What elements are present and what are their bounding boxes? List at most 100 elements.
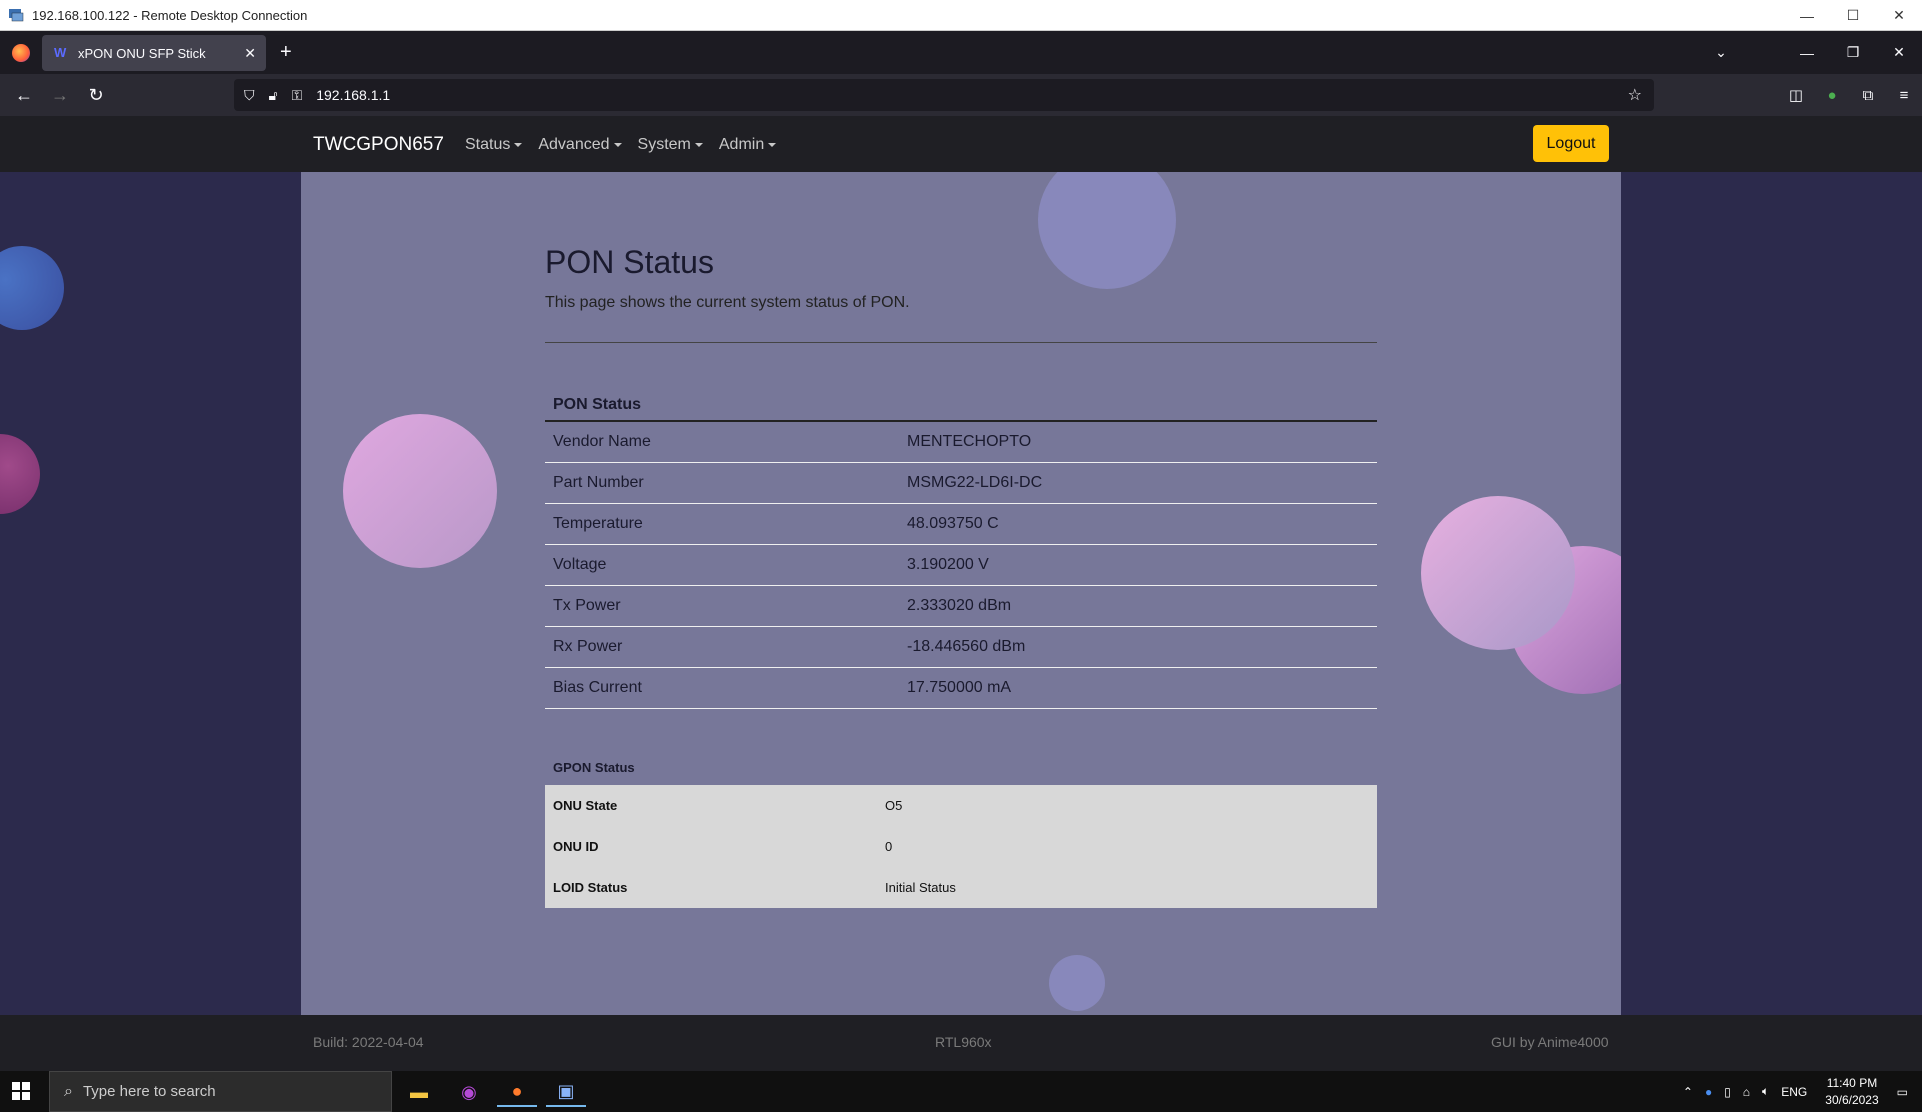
browser-minimize-icon[interactable]: —: [1784, 45, 1830, 61]
app-mask-icon[interactable]: ◉: [449, 1077, 489, 1107]
search-icon: ⌕: [64, 1082, 73, 1100]
pon-status-heading: PON Status: [545, 389, 1377, 422]
url-text[interactable]: 192.168.1.1: [316, 87, 390, 103]
tab-title: xPON ONU SFP Stick: [78, 45, 206, 61]
row-value: 48.093750 C: [907, 515, 999, 532]
table-row: LOID Status Initial Status: [545, 867, 1377, 908]
lock-icon[interactable]: 🔓︎: [269, 87, 278, 104]
main-content: PON Status This page shows the current s…: [301, 172, 1621, 1015]
close-window-button[interactable]: ✕: [1876, 0, 1922, 31]
system-tray: ⌃ ● ▯ ⌂ 🔈︎ ENG 11:40 PM 30/6/2023 ▭: [1677, 1071, 1922, 1112]
back-arrow-icon[interactable]: ←: [6, 85, 42, 106]
decorative-bubble: [1049, 955, 1105, 1011]
tab-close-icon[interactable]: ✕: [244, 45, 256, 62]
minimize-button[interactable]: —: [1784, 0, 1830, 31]
browser-tab[interactable]: W xPON ONU SFP Stick ✕: [42, 35, 266, 71]
language-indicator[interactable]: ENG: [1781, 1085, 1807, 1099]
row-value: 17.750000 mA: [907, 679, 1012, 696]
row-label: ONU State: [553, 798, 618, 813]
shield-icon[interactable]: ⛉: [244, 87, 255, 104]
taskbar-search[interactable]: ⌕ Type here to search: [49, 1071, 392, 1112]
page-title: PON Status: [545, 244, 714, 280]
menu-hamburger-icon[interactable]: ≡: [1886, 87, 1922, 104]
menu-admin-label: Admin: [718, 136, 765, 153]
logout-button[interactable]: Logout: [1533, 125, 1609, 162]
reload-icon[interactable]: ↻: [78, 85, 114, 106]
chip-info: RTL960x: [935, 1034, 992, 1050]
caret-down-icon: [514, 143, 523, 147]
search-placeholder: Type here to search: [82, 1083, 216, 1100]
menu-system-label: System: [637, 136, 691, 153]
web-page: TWCGPON657 Status Advanced System Admin …: [0, 116, 1922, 1071]
page-footer: Build: 2022-04-04 RTL960x GUI by Anime40…: [0, 1015, 1922, 1071]
browser-nav-bar: ← → ↻ ⛉ 🔓︎ ⚿ 192.168.1.1 ☆ ◫ ● ⧉ ≡: [0, 74, 1922, 116]
windows-start-icon[interactable]: [12, 1082, 30, 1100]
decorative-bubble: [1038, 172, 1176, 289]
remote-desktop-taskbar-icon[interactable]: ▣: [546, 1077, 586, 1107]
row-label: Tx Power: [553, 597, 621, 614]
gui-credit: GUI by Anime4000: [1491, 1034, 1609, 1050]
row-label: Voltage: [553, 556, 607, 573]
build-info: Build: 2022-04-04: [313, 1034, 424, 1050]
show-hidden-icons-icon[interactable]: ⌃: [1683, 1085, 1693, 1099]
remote-desktop-icon: [9, 9, 24, 22]
row-value: O5: [885, 798, 903, 813]
table-row: Temperature 48.093750 C: [545, 504, 1377, 545]
row-value: -18.446560 dBm: [907, 638, 1026, 655]
row-label: ONU ID: [553, 839, 599, 854]
menu-advanced[interactable]: Advanced: [538, 136, 622, 154]
pon-status-table: PON Status Vendor Name MENTECHOPTO Part N…: [545, 389, 1377, 709]
table-row: Rx Power -18.446560 dBm: [545, 627, 1377, 668]
rdp-window-title: 192.168.100.122 - Remote Desktop Connect…: [32, 7, 308, 23]
caret-down-icon: [694, 143, 703, 147]
menu-system[interactable]: System: [638, 136, 703, 154]
firefox-taskbar-icon[interactable]: ●: [497, 1077, 537, 1107]
app-tray-icon[interactable]: ●: [1705, 1085, 1712, 1099]
table-row: ONU ID 0: [545, 826, 1377, 867]
menu-admin[interactable]: Admin: [718, 136, 777, 154]
pocket-icon[interactable]: ◫: [1778, 86, 1814, 104]
menu-status-label: Status: [465, 136, 511, 153]
gpon-status-table: ONU State O5 ONU ID 0 LOID Status Initial S…: [545, 785, 1377, 908]
row-value: Initial Status: [885, 880, 956, 895]
brand-name[interactable]: TWCGPON657: [313, 134, 444, 156]
volume-icon[interactable]: 🔈︎: [1762, 1084, 1769, 1099]
decorative-bubble: [0, 246, 64, 330]
key-icon[interactable]: ⚿: [292, 87, 303, 104]
file-explorer-icon[interactable]: ▬: [399, 1077, 439, 1107]
main-menu: Status Advanced System Admin: [465, 136, 792, 154]
caret-down-icon: [768, 143, 777, 147]
taskbar-clock[interactable]: 11:40 PM 30/6/2023: [1825, 1075, 1878, 1109]
table-row: Vendor Name MENTECHOPTO: [545, 422, 1377, 463]
usb-icon[interactable]: ▯: [1724, 1085, 1731, 1099]
gpon-status-heading: GPON Status: [553, 759, 635, 775]
row-value: 2.333020 dBm: [907, 597, 1012, 614]
row-label: Vendor Name: [553, 433, 651, 450]
list-all-tabs-icon[interactable]: ⌄: [1698, 44, 1744, 61]
browser-restore-icon[interactable]: ❐: [1830, 44, 1876, 61]
row-value: 0: [885, 839, 893, 854]
extensions-puzzle-icon[interactable]: ⧉: [1850, 87, 1886, 104]
address-bar[interactable]: ⛉ 🔓︎ ⚿ 192.168.1.1 ☆: [234, 79, 1654, 111]
row-label: Temperature: [553, 515, 643, 532]
menu-status[interactable]: Status: [465, 136, 523, 154]
decorative-bubble: [343, 414, 497, 568]
new-tab-button[interactable]: +: [280, 41, 292, 64]
bookmark-star-icon[interactable]: ☆: [1628, 85, 1642, 105]
browser-close-icon[interactable]: ✕: [1876, 44, 1922, 61]
extension-icon[interactable]: ●: [1814, 87, 1850, 104]
table-row: Bias Current 17.750000 mA: [545, 668, 1377, 709]
caret-down-icon: [613, 143, 622, 147]
row-label: LOID Status: [553, 880, 628, 895]
notifications-icon[interactable]: ▭: [1897, 1085, 1908, 1099]
firefox-icon[interactable]: [12, 43, 30, 62]
network-icon[interactable]: ⌂: [1743, 1085, 1750, 1099]
clock-date: 30/6/2023: [1825, 1092, 1879, 1107]
divider: [545, 342, 1377, 343]
site-favicon-icon: W: [54, 45, 67, 60]
maximize-button[interactable]: ☐: [1830, 0, 1876, 31]
row-value: MENTECHOPTO: [907, 433, 1032, 450]
forward-arrow-icon[interactable]: →: [42, 85, 78, 106]
decorative-bubble: [1421, 496, 1575, 650]
menu-advanced-label: Advanced: [538, 136, 610, 153]
